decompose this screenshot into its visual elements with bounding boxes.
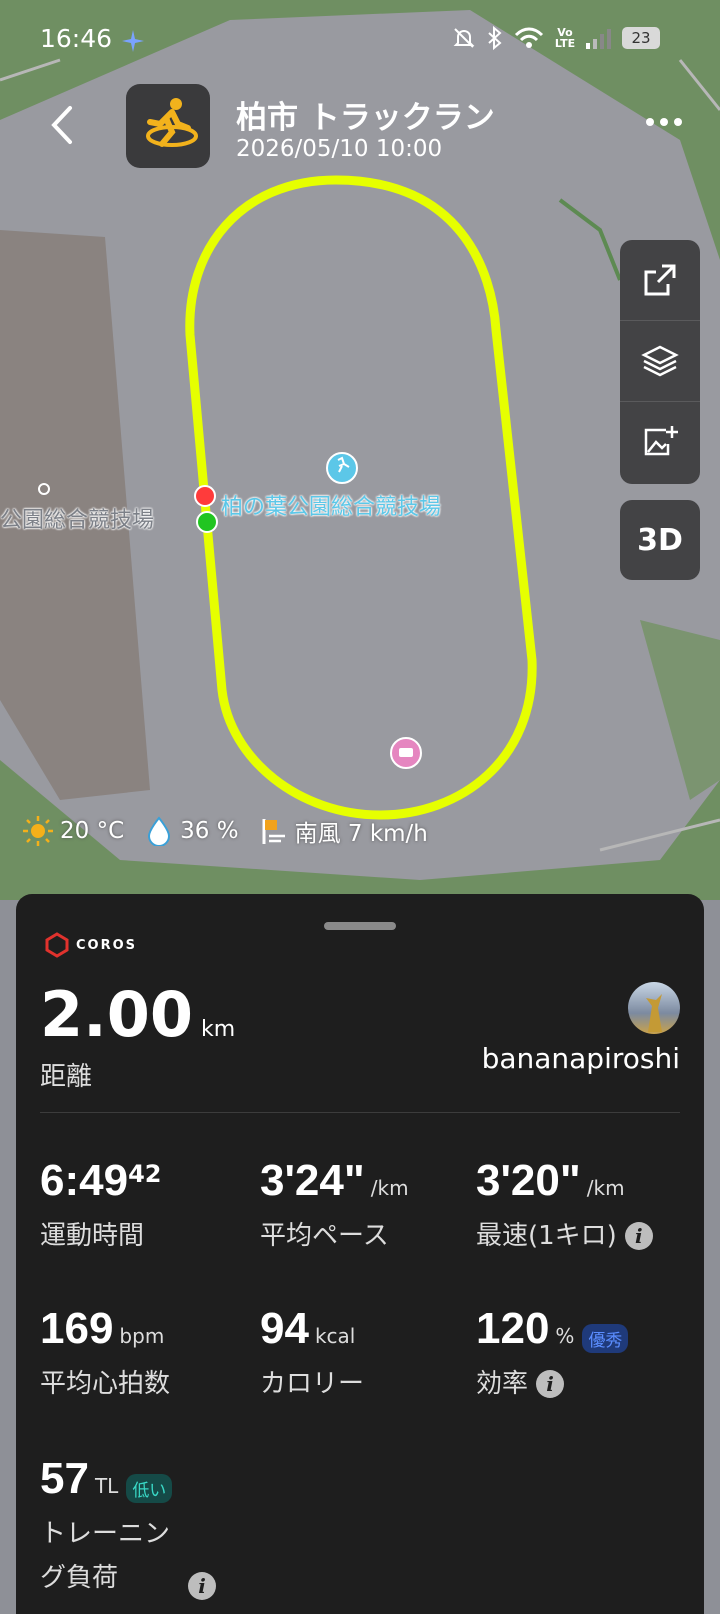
- activity-datetime: 2026/05/10 10:00: [236, 136, 443, 162]
- stat-avg-pace: 3'24"/km 平均ペース: [260, 1156, 480, 1258]
- weather-bar: 20 °C 36 % 南風 7 km/h: [22, 814, 428, 848]
- stat-label: 平均ペース: [260, 1221, 389, 1251]
- share-icon: [644, 264, 676, 296]
- signal-icon: [586, 29, 611, 49]
- add-photo-icon: [644, 426, 678, 456]
- distance-value: 2.00 km: [40, 978, 236, 1051]
- add-photo-button[interactable]: [620, 402, 700, 482]
- assistant-icon: [122, 30, 144, 52]
- stat-label: 運動時間: [40, 1221, 145, 1251]
- efficiency-badge: 優秀: [582, 1324, 629, 1353]
- venue-label-partial: 公園総合競技場: [0, 508, 155, 533]
- activity-summary-panel: COROS 2.00 km 距離 bananapiroshi 6:4942 運動時…: [16, 894, 704, 1614]
- user-photo: [646, 994, 662, 1032]
- drag-handle[interactable]: [324, 922, 396, 930]
- distance-label: 距離: [40, 1062, 93, 1092]
- 3d-view-button[interactable]: 3D: [620, 500, 700, 580]
- stat-training-load: 57 TL 低い トレーニング負荷 i: [40, 1454, 240, 1600]
- activity-title: 柏市 トラックラン: [236, 100, 495, 136]
- map-tools: [620, 240, 700, 484]
- info-icon[interactable]: i: [188, 1572, 216, 1600]
- wifi-icon: [514, 27, 544, 48]
- battery-indicator: 23: [622, 27, 660, 49]
- activity-type-icon: [126, 84, 210, 168]
- stat-label: トレーニング負荷: [40, 1519, 171, 1593]
- sun-icon: [23, 816, 53, 846]
- status-time: 16:46: [40, 24, 113, 53]
- status-bar: 16:46 Vo LTE 23: [0, 0, 720, 80]
- info-icon[interactable]: i: [536, 1370, 565, 1398]
- bluetooth-icon: [488, 26, 502, 50]
- stat-best-pace: 3'20"/km 最速(1キロ) i: [476, 1156, 696, 1258]
- stat-label: 最速(1キロ): [476, 1221, 617, 1251]
- brand-name: COROS: [76, 937, 138, 953]
- stat-duration: 6:4942 運動時間: [40, 1156, 260, 1258]
- layers-icon: [641, 345, 679, 377]
- start-marker: [196, 511, 218, 533]
- venue-label: 柏の葉公園総合競技場: [221, 495, 442, 520]
- wind: 南風 7 km/h: [294, 821, 428, 847]
- track-run-icon: [146, 98, 198, 147]
- humidity: 36 %: [180, 818, 239, 844]
- stat-label: カロリー: [260, 1369, 365, 1399]
- divider: [40, 1112, 680, 1113]
- brand-logo: COROS: [44, 932, 137, 958]
- back-button[interactable]: [40, 100, 84, 150]
- coros-logo-icon: [45, 932, 69, 958]
- volte-indicator: Vo LTE: [554, 26, 576, 50]
- layers-button[interactable]: [620, 321, 700, 402]
- wind-icon: [262, 819, 285, 844]
- humidity-icon: [148, 816, 171, 846]
- temperature: 20 °C: [60, 818, 125, 844]
- stat-calories: 94 kcal カロリー: [260, 1304, 480, 1406]
- training-load-badge: 低い: [126, 1474, 173, 1503]
- more-options-button[interactable]: [644, 116, 684, 128]
- username[interactable]: bananapiroshi: [482, 1042, 680, 1075]
- stat-label: 平均心拍数: [40, 1369, 171, 1399]
- mute-icon: [453, 28, 475, 48]
- stat-efficiency: 120% 優秀 効率 i: [476, 1304, 696, 1406]
- stat-heart-rate: 169 bpm 平均心拍数: [40, 1304, 260, 1406]
- share-button[interactable]: [620, 240, 700, 321]
- avatar[interactable]: [628, 982, 680, 1034]
- end-marker: [194, 485, 216, 507]
- info-icon[interactable]: i: [624, 1222, 653, 1250]
- stat-label: 効率: [476, 1369, 529, 1399]
